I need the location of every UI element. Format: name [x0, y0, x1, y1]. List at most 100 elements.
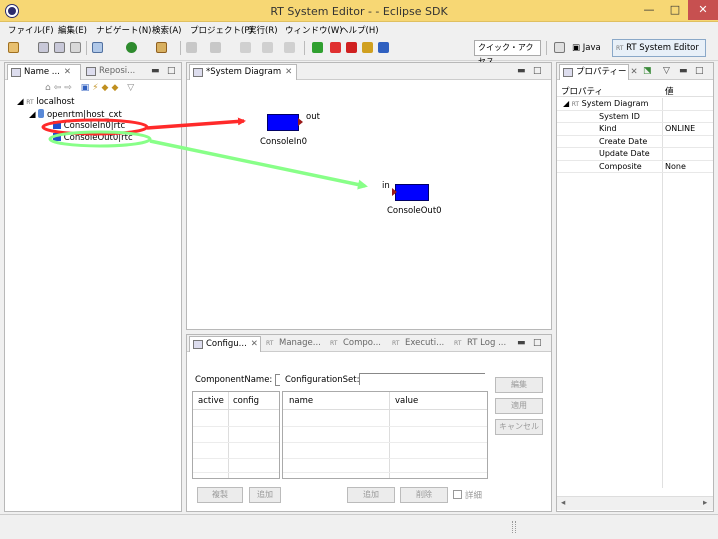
tab-system-diagram[interactable]: *System Diagram ✕: [189, 64, 297, 80]
maximize-icon[interactable]: □: [167, 66, 176, 76]
tab-repository[interactable]: Reposi...: [83, 64, 153, 80]
offline-icon[interactable]: [330, 42, 341, 53]
toolbar-separator: [546, 41, 547, 55]
save-all-icon[interactable]: [54, 42, 65, 53]
edit-button[interactable]: 編集: [495, 377, 543, 393]
configuration-set-field[interactable]: [359, 373, 485, 385]
minimize-icon[interactable]: ▬: [679, 66, 688, 76]
open-diagram-icon[interactable]: [378, 42, 389, 53]
online-connect-icon[interactable]: [312, 42, 323, 53]
repository-icon: [86, 67, 96, 76]
filter-icon[interactable]: ⚡: [92, 83, 101, 93]
home-icon[interactable]: ⌂: [45, 83, 54, 93]
new-icon[interactable]: [8, 42, 19, 53]
table-header: active config: [193, 392, 279, 410]
external-tools-icon[interactable]: [156, 42, 167, 53]
property-row[interactable]: Composite None: [557, 161, 713, 173]
view-menu-icon[interactable]: ▽: [663, 66, 670, 76]
menu-project[interactable]: プロジェクト(P): [190, 24, 253, 36]
forward-icon[interactable]: ⇨: [64, 83, 75, 93]
port-out[interactable]: [298, 118, 303, 126]
open-perspective-icon[interactable]: [554, 42, 565, 53]
properties-hscrollbar[interactable]: ◂ ▸: [557, 496, 713, 510]
open-type-icon[interactable]: [92, 42, 103, 53]
column-config[interactable]: config: [233, 396, 259, 406]
detail-checkbox[interactable]: [453, 490, 462, 499]
save-icon[interactable]: [38, 42, 49, 53]
forward-icon[interactable]: [284, 42, 295, 53]
minimize-button[interactable]: —: [636, 0, 662, 20]
configuration-set-table[interactable]: active config: [192, 391, 280, 479]
tab-manager[interactable]: RT Manage...: [263, 336, 327, 352]
back-icon[interactable]: ⇦: [54, 83, 65, 93]
next-annotation-icon[interactable]: [186, 42, 197, 53]
menu-window[interactable]: ウィンドウ(W): [285, 24, 343, 36]
collapse-icon[interactable]: ▣: [81, 83, 93, 93]
copy-set-button[interactable]: 複製: [197, 487, 243, 503]
minimize-icon[interactable]: ▬: [151, 66, 160, 76]
tree-root[interactable]: ◢ RT localhost: [17, 97, 75, 107]
menu-file[interactable]: ファイル(F): [8, 24, 54, 36]
delete-parameter-button[interactable]: 削除: [400, 487, 448, 503]
menu-bar: ファイル(F) 編集(E) ナビゲート(N) 検索(A) プロジェクト(P) 実…: [0, 22, 718, 37]
restore-system-icon[interactable]: [346, 42, 357, 53]
cancel-button[interactable]: キャンセル: [495, 419, 543, 435]
add-parameter-button[interactable]: 追加: [347, 487, 395, 503]
column-active[interactable]: active: [198, 396, 224, 406]
component-name-field[interactable]: [275, 374, 280, 386]
edit-config-icon[interactable]: [362, 42, 373, 53]
column-value[interactable]: value: [395, 396, 418, 406]
column-name[interactable]: name: [289, 396, 313, 406]
tab-component[interactable]: RT Compo...: [327, 336, 387, 352]
refresh-icon[interactable]: ◆: [102, 83, 112, 93]
view-menu-icon[interactable]: ▽: [127, 83, 137, 93]
tree-item-consolein[interactable]: ConsoleIn0|rtc: [53, 121, 125, 131]
scroll-left-icon[interactable]: ◂: [561, 498, 565, 508]
column-property[interactable]: プロパティ: [561, 85, 603, 97]
add-name-server-icon[interactable]: ◆: [111, 83, 121, 93]
menu-search[interactable]: 検索(A): [152, 24, 181, 36]
maximize-icon[interactable]: □: [695, 66, 704, 76]
perspective-rt-system-editor[interactable]: RT RT System Editor: [612, 39, 706, 57]
tab-configuration[interactable]: Configu... ✕: [189, 336, 261, 352]
perspective-java[interactable]: ▣ Java: [572, 39, 601, 57]
tree-context[interactable]: ◢ openrtm|host_cxt: [29, 109, 122, 120]
pin-icon[interactable]: ⬔: [643, 66, 652, 76]
minimize-icon[interactable]: ▬: [517, 338, 526, 348]
property-row[interactable]: Create Date: [557, 136, 713, 148]
menu-navigate[interactable]: ナビゲート(N): [96, 24, 152, 36]
prev-annotation-icon[interactable]: [210, 42, 221, 53]
port-in[interactable]: [392, 188, 397, 196]
tab-rt-log[interactable]: RT RT Log ...: [451, 336, 511, 352]
component-consoleout-label: ConsoleOut0: [387, 206, 442, 216]
tree-item-consoleout[interactable]: ConsoleOut0|rtc: [53, 133, 133, 143]
menu-run[interactable]: 実行(R): [248, 24, 278, 36]
maximize-icon[interactable]: □: [533, 66, 542, 76]
parameter-table[interactable]: name value: [282, 391, 488, 479]
run-icon[interactable]: [126, 42, 137, 53]
property-row[interactable]: Update Date: [557, 148, 713, 161]
name-service-icon: [11, 68, 21, 77]
scroll-right-icon[interactable]: ▸: [703, 498, 707, 508]
component-consolein[interactable]: [267, 114, 299, 131]
apply-button[interactable]: 適用: [495, 398, 543, 414]
maximize-button[interactable]: □: [662, 0, 688, 20]
column-value[interactable]: 値: [665, 85, 674, 97]
property-root-row[interactable]: ◢ RT System Diagram: [557, 98, 713, 111]
add-set-button[interactable]: 追加: [249, 487, 281, 503]
component-consoleout[interactable]: [395, 184, 429, 201]
menu-edit[interactable]: 編集(E): [58, 24, 87, 36]
quick-access-input[interactable]: クイック・アクセス: [474, 40, 541, 66]
close-button[interactable]: ✕: [688, 0, 718, 20]
print-icon[interactable]: [70, 42, 81, 53]
property-row[interactable]: Kind ONLINE: [557, 123, 713, 136]
back-history-icon[interactable]: [262, 42, 273, 53]
tab-properties[interactable]: プロパティー ✕: [559, 64, 638, 80]
tab-name-service[interactable]: Name ... ✕: [7, 64, 81, 80]
back-icon[interactable]: [240, 42, 251, 53]
maximize-icon[interactable]: □: [533, 338, 542, 348]
minimize-icon[interactable]: ▬: [517, 66, 526, 76]
tab-execution[interactable]: RT Executi...: [389, 336, 451, 352]
property-row[interactable]: System ID: [557, 111, 713, 123]
menu-help[interactable]: ヘルプ(H): [340, 24, 379, 36]
